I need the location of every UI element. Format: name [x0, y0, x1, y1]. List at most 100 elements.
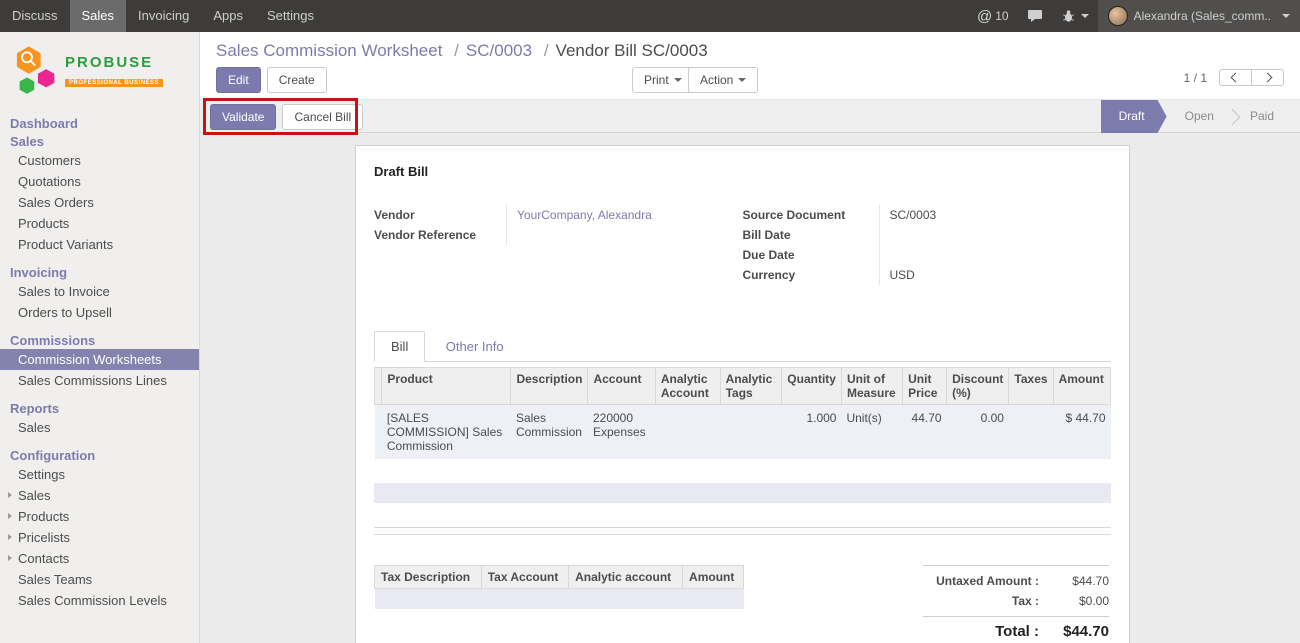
sidebar-item-sales-commission-levels[interactable]: Sales Commission Levels [0, 590, 199, 611]
sidebar-item-quotations[interactable]: Quotations [0, 171, 199, 192]
sidebar-item-sales-commissions-lines[interactable]: Sales Commissions Lines [0, 370, 199, 391]
row-handle [375, 405, 382, 460]
mention-count: 10 [995, 9, 1008, 23]
sidebar-item-reports-sales[interactable]: Sales [0, 417, 199, 438]
sidebar-item-label: Sales [18, 488, 51, 503]
cell-unit-of-measure: Unit(s) [841, 405, 902, 460]
messages-button[interactable] [1018, 0, 1052, 32]
sidebar-heading-reports[interactable]: Reports [0, 401, 199, 417]
pager-previous-button[interactable] [1219, 69, 1252, 86]
source-document-label: Source Document [743, 205, 879, 225]
sidebar-item-sales-teams[interactable]: Sales Teams [0, 569, 199, 590]
sidebar-item-config-sales[interactable]: Sales [0, 485, 199, 506]
cell-description: Sales Commission [511, 405, 588, 460]
create-button[interactable]: Create [267, 67, 327, 93]
total-row: Total : $44.70 [923, 616, 1109, 643]
tax-lines-table: Tax Description Tax Account Analytic acc… [374, 565, 744, 609]
sidebar-nav: Dashboard Sales Customers Quotations Sal… [0, 116, 199, 611]
edit-button[interactable]: Edit [216, 67, 261, 93]
cancel-bill-button[interactable]: Cancel Bill [282, 104, 363, 130]
menu-sales[interactable]: Sales [70, 0, 127, 32]
statusbar-buttons: Validate Cancel Bill [210, 104, 363, 130]
col-unit-price: Unit Price [903, 368, 947, 405]
sidebar-item-product-variants[interactable]: Product Variants [0, 234, 199, 255]
col-product: Product [382, 368, 511, 405]
probuse-logo: PROBUSE PROFESSIONAL BUSINESS [0, 32, 199, 106]
currency-field-row: Currency USD [743, 265, 1112, 285]
state-draft[interactable]: Draft [1101, 100, 1167, 133]
col-taxes: Taxes [1009, 368, 1053, 405]
tax-table-header-row: Tax Description Tax Account Analytic acc… [375, 566, 744, 589]
col-tax-amount: Amount [683, 566, 744, 589]
sidebar-item-orders-to-upsell[interactable]: Orders to Upsell [0, 302, 199, 323]
action-menu-button[interactable]: Action [688, 67, 758, 93]
menu-invoicing[interactable]: Invoicing [126, 0, 201, 32]
col-tax-account: Tax Account [481, 566, 568, 589]
state-open[interactable]: Open [1167, 100, 1232, 133]
untaxed-amount-value: $44.70 [1047, 574, 1109, 588]
row-handle-column [375, 368, 382, 405]
cell-unit-price: 44.70 [903, 405, 947, 460]
sidebar-item-customers[interactable]: Customers [0, 150, 199, 171]
col-analytic-tags: Analytic Tags [720, 368, 782, 405]
total-label: Total : [923, 623, 1039, 640]
cell-taxes [1009, 405, 1053, 460]
bill-date-value [879, 225, 1108, 245]
chat-bubble-icon [1027, 9, 1043, 23]
left-field-group: Vendor YourCompany, Alexandra Vendor Ref… [374, 205, 743, 285]
menu-discuss[interactable]: Discuss [0, 0, 70, 32]
validate-button[interactable]: Validate [210, 104, 276, 130]
col-unit-of-measure: Unit of Measure [841, 368, 902, 405]
sidebar-item-label: Pricelists [18, 530, 70, 545]
sidebar-item-config-products[interactable]: Products [0, 506, 199, 527]
cell-analytic-tags [720, 405, 782, 460]
record-pager: 1 / 1 [1184, 69, 1284, 86]
sidebar-item-config-contacts[interactable]: Contacts [0, 548, 199, 569]
vendor-value-link[interactable]: YourCompany, Alexandra [517, 208, 652, 222]
top-navbar: Discuss Sales Invoicing Apps Settings 10… [0, 0, 1300, 32]
tab-bill[interactable]: Bill [374, 331, 425, 362]
sidebar-item-products[interactable]: Products [0, 213, 199, 234]
brand-name: PROBUSE [65, 54, 163, 71]
menu-settings[interactable]: Settings [255, 0, 326, 32]
print-menu-button[interactable]: Print [632, 67, 694, 93]
cell-quantity: 1.000 [782, 405, 842, 460]
invoice-line-row[interactable]: [SALES COMMISSION] Sales Commission Sale… [375, 405, 1111, 460]
due-date-label: Due Date [743, 245, 879, 265]
sidebar-item-config-settings[interactable]: Settings [0, 464, 199, 485]
sidebar-heading-invoicing[interactable]: Invoicing [0, 265, 199, 281]
tax-value: $0.00 [1047, 594, 1109, 608]
sidebar-item-label: Products [18, 509, 69, 524]
chevron-left-icon [1231, 73, 1241, 83]
menu-apps[interactable]: Apps [201, 0, 255, 32]
sidebar-item-commission-worksheets[interactable]: Commission Worksheets [0, 349, 199, 370]
tab-other-info[interactable]: Other Info [430, 332, 520, 361]
pager-next-button[interactable] [1251, 69, 1284, 86]
breadcrumb-worksheet-link[interactable]: Sales Commission Worksheet [216, 41, 442, 60]
bill-date-field-row: Bill Date [743, 225, 1112, 245]
mention-at-icon [977, 8, 995, 25]
cell-discount: 0.00 [947, 405, 1009, 460]
expand-arrow-icon [8, 513, 12, 519]
user-menu[interactable]: Alexandra (Sales_comm.. [1098, 0, 1300, 32]
sidebar-heading-sales[interactable]: Sales [0, 134, 199, 150]
breadcrumb-sc0003-link[interactable]: SC/0003 [447, 41, 532, 60]
sidebar-heading-dashboard[interactable]: Dashboard [0, 116, 199, 132]
cell-account: 220000 Expenses [588, 405, 655, 460]
sidebar-item-config-pricelists[interactable]: Pricelists [0, 527, 199, 548]
form-view-area: Draft Bill Vendor YourCompany, Alexandra… [200, 133, 1300, 643]
sidebar-heading-configuration[interactable]: Configuration [0, 448, 199, 464]
sidebar-heading-commissions[interactable]: Commissions [0, 333, 199, 349]
sidebar-item-sales-to-invoice[interactable]: Sales to Invoice [0, 281, 199, 302]
sidebar-item-sales-orders[interactable]: Sales Orders [0, 192, 199, 213]
expand-arrow-icon [8, 555, 12, 561]
source-document-field-row: Source Document SC/0003 [743, 205, 1112, 225]
vendor-field-row: Vendor YourCompany, Alexandra [374, 205, 743, 225]
chevron-right-icon [1263, 73, 1273, 83]
state-paid[interactable]: Paid [1232, 100, 1292, 133]
mentions-button[interactable]: 10 [968, 0, 1018, 32]
debug-menu-button[interactable] [1052, 0, 1098, 32]
caret-down-icon [674, 78, 682, 82]
empty-section-separator [374, 527, 1111, 535]
col-description: Description [511, 368, 588, 405]
